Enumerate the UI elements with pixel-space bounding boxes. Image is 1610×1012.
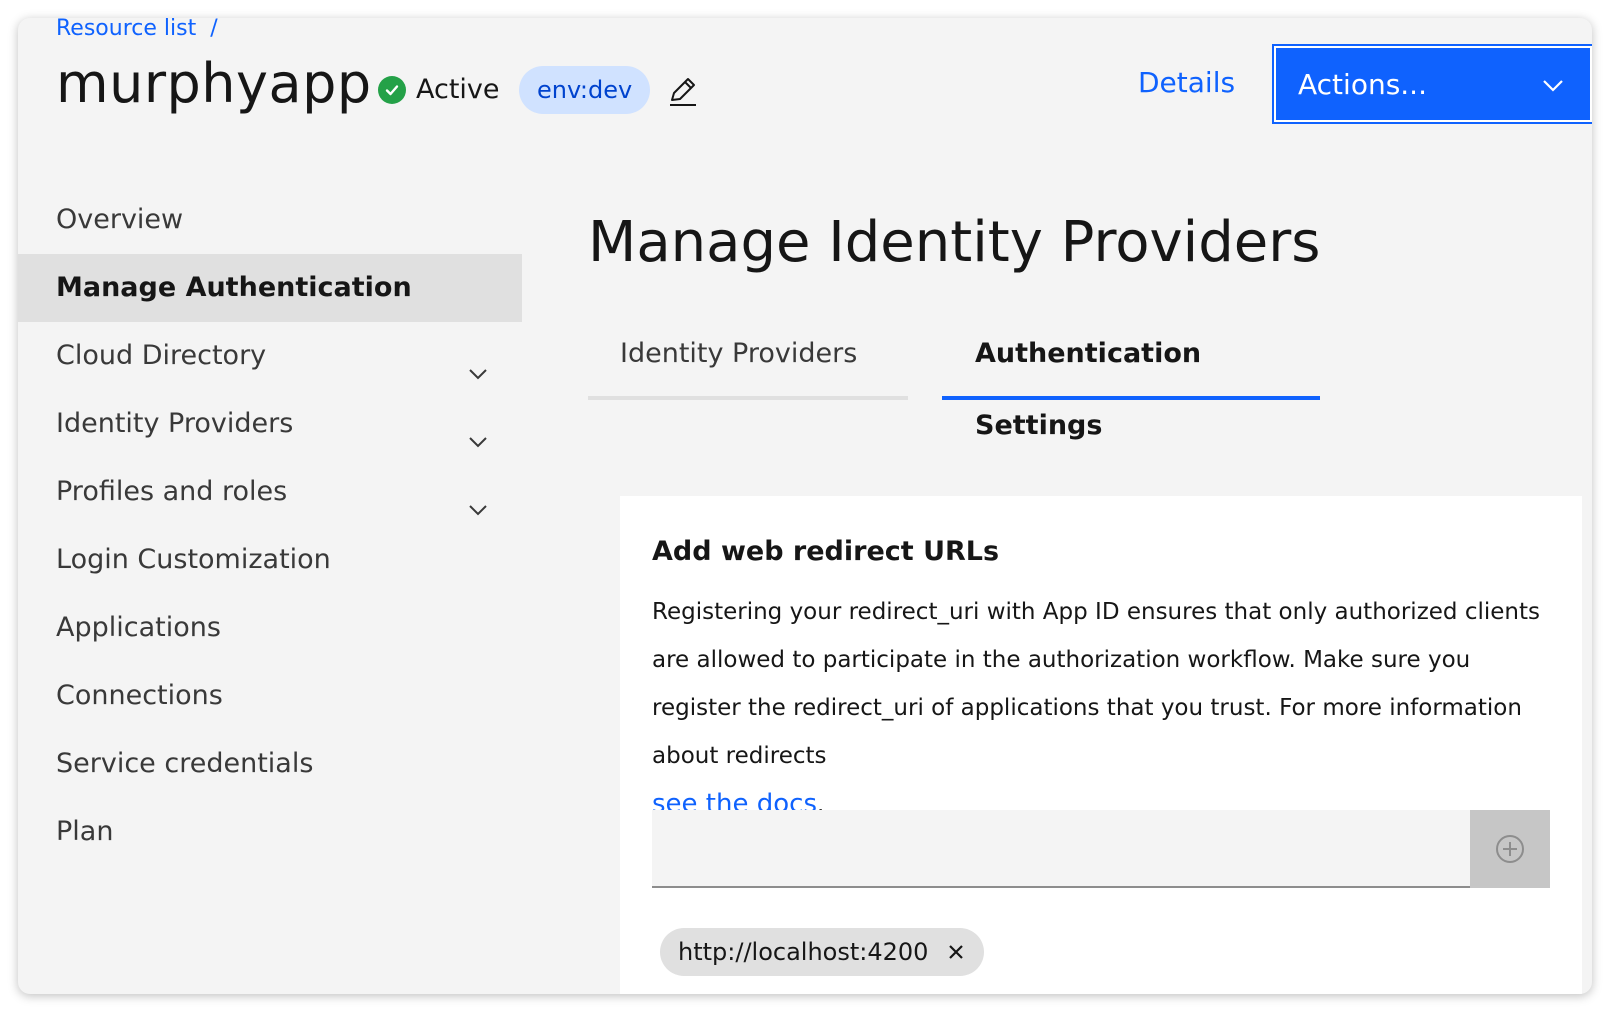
sidebar-item-profiles-and-roles[interactable]: Profiles and roles [18, 458, 522, 526]
status-indicator: Active [378, 74, 500, 105]
sidebar-item-label: Plan [56, 816, 114, 847]
tab-identity-providers[interactable]: Identity Providers [588, 318, 908, 400]
sidebar-item-manage-authentication[interactable]: Manage Authentication [18, 254, 522, 322]
add-url-button[interactable] [1470, 810, 1550, 888]
breadcrumb-separator: / [210, 18, 218, 41]
breadcrumb-link-resource-list[interactable]: Resource list [56, 18, 196, 41]
app-window: Resource list / murphyapp Active env:dev … [18, 18, 1592, 994]
redirect-url-value: http://localhost:4200 [678, 938, 929, 966]
sidebar-item-label: Applications [56, 612, 221, 643]
sidebar-item-label: Service credentials [56, 748, 314, 779]
tab-list: Identity Providers Authentication Settin… [588, 318, 1338, 441]
tab-label: Authentication Settings [975, 338, 1202, 441]
sidebar-item-label: Connections [56, 680, 223, 711]
tab-authentication-settings[interactable]: Authentication Settings [942, 318, 1320, 441]
details-link[interactable]: Details [1138, 66, 1235, 99]
actions-dropdown-button[interactable]: Actions... [1272, 44, 1592, 124]
tab-label: Identity Providers [620, 338, 858, 369]
sidebar-item-label: Identity Providers [56, 408, 294, 439]
sidebar-item-label: Overview [56, 204, 184, 235]
redirect-url-input[interactable] [652, 810, 1470, 888]
chevron-down-icon [1540, 72, 1566, 105]
sidebar-item-service-credentials[interactable]: Service credentials [18, 730, 522, 798]
close-icon[interactable] [946, 942, 966, 962]
check-circle-icon [378, 75, 406, 104]
page-title: Manage Identity Providers [588, 210, 1321, 275]
card-title: Add web redirect URLs [652, 536, 1000, 567]
redirect-urls-card: Add web redirect URLs Registering your r… [620, 496, 1582, 994]
sidebar-item-label: Manage Authentication [56, 272, 412, 303]
sidebar-item-login-customization[interactable]: Login Customization [18, 526, 522, 594]
sidebar-item-label: Cloud Directory [56, 340, 267, 371]
sidebar-item-cloud-directory[interactable]: Cloud Directory [18, 322, 522, 390]
sidebar-item-plan[interactable]: Plan [18, 798, 522, 866]
add-circle-icon [1494, 833, 1526, 865]
sidebar-item-label: Login Customization [56, 544, 331, 575]
redirect-url-tag: http://localhost:4200 [660, 928, 985, 976]
env-tag: env:dev [519, 66, 651, 114]
pencil-icon[interactable] [666, 74, 700, 108]
sidebar-item-identity-providers[interactable]: Identity Providers [18, 390, 522, 458]
breadcrumb: Resource list / [56, 18, 218, 41]
sidebar-item-connections[interactable]: Connections [18, 662, 522, 730]
sidebar-item-overview[interactable]: Overview [18, 186, 522, 254]
card-description: Registering your redirect_uri with App I… [652, 588, 1542, 829]
app-title: murphyapp [56, 52, 372, 115]
sidebar-item-label: Profiles and roles [56, 476, 288, 507]
sidebar-nav: Overview Manage Authentication Cloud Dir… [18, 186, 522, 866]
status-label: Active [416, 74, 500, 105]
sidebar-item-applications[interactable]: Applications [18, 594, 522, 662]
actions-button-label: Actions... [1298, 67, 1427, 101]
description-text: Registering your redirect_uri with App I… [652, 599, 1540, 769]
